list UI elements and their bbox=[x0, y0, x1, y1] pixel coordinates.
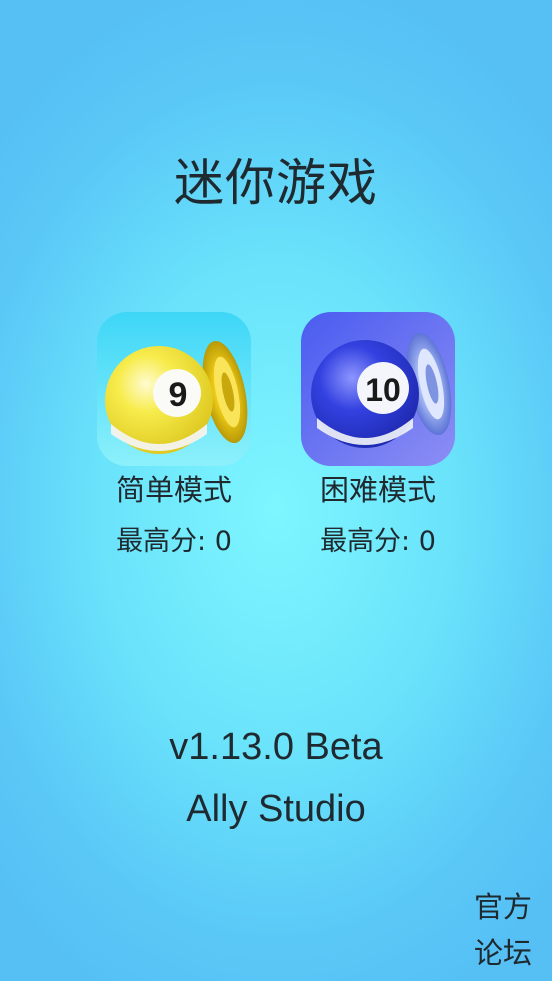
ball-number: 9 bbox=[169, 376, 188, 414]
official-forum-link[interactable]: 官方论坛 bbox=[472, 884, 532, 976]
easy-mode-high-score: 最高分: 0 bbox=[116, 526, 232, 557]
blue-ten-ball-icon[interactable]: 10 bbox=[301, 312, 455, 466]
hard-mode-button[interactable]: 10 困难模式 最高分: 0 bbox=[301, 312, 455, 557]
page-title: 迷你游戏 bbox=[174, 154, 378, 212]
studio-name: Ally Studio bbox=[186, 788, 366, 830]
easy-mode-label[interactable]: 简单模式 bbox=[57, 470, 291, 510]
easy-mode-button[interactable]: 9 简单模式 最高分: 0 bbox=[97, 312, 251, 557]
ball-number: 10 bbox=[365, 372, 401, 408]
hard-mode-high-score: 最高分: 0 bbox=[320, 526, 436, 557]
yellow-nine-ball-icon[interactable]: 9 bbox=[97, 312, 251, 466]
hard-mode-label[interactable]: 困难模式 bbox=[261, 470, 495, 510]
version-text: v1.13.0 Beta bbox=[169, 726, 383, 768]
